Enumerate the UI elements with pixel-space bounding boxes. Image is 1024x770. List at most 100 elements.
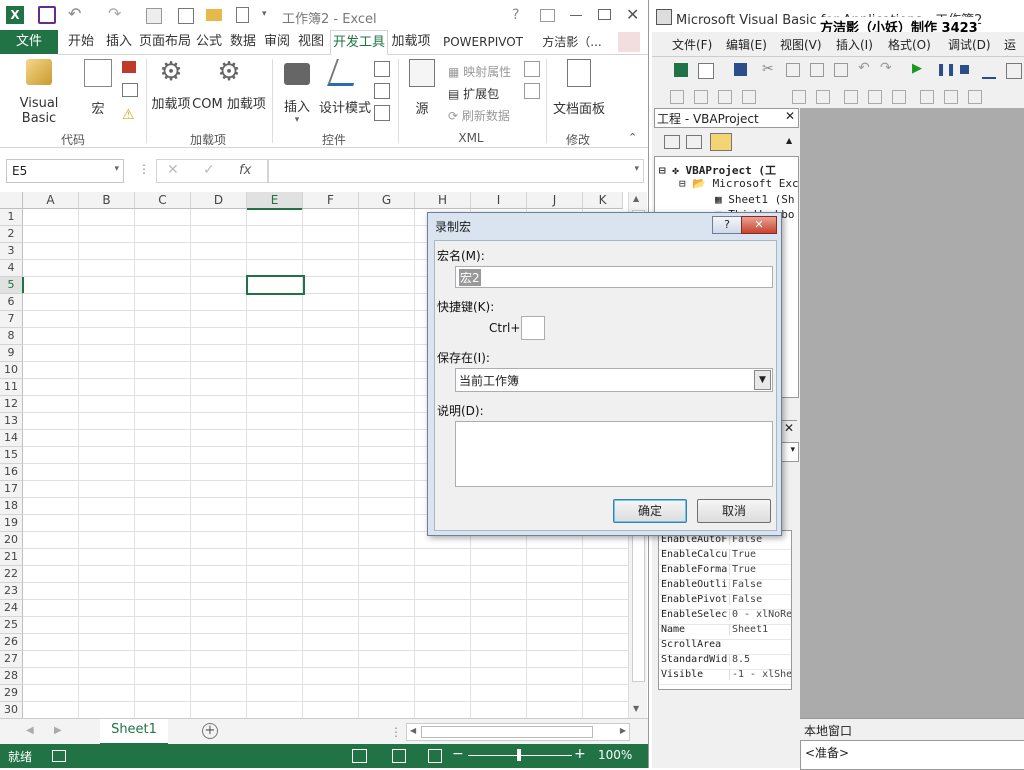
macro-button[interactable]: 宏	[80, 59, 116, 117]
vba-menu-edit[interactable]: 编辑(E)	[726, 36, 767, 53]
insert-function-icon[interactable]: fx	[239, 163, 251, 178]
scroll-up-icon[interactable]: ▲	[633, 194, 639, 203]
scroll-left-icon[interactable]: ◀	[410, 726, 416, 735]
row-header-28[interactable]: 28	[0, 668, 23, 685]
row-header-15[interactable]: 15	[0, 447, 23, 464]
row-header-8[interactable]: 8	[0, 328, 23, 345]
row-header-1[interactable]: 1	[0, 209, 23, 226]
find-icon[interactable]	[834, 63, 848, 77]
record-macro-icon[interactable]	[122, 61, 136, 73]
tab-insert[interactable]: 插入	[100, 30, 138, 54]
dialog-close-button[interactable]: ✕	[741, 216, 777, 234]
tab-user[interactable]: 方洁影（...	[532, 30, 612, 54]
tree-node-vbaproject[interactable]: ⊟ ✤ VBAProject (工	[659, 162, 776, 178]
visual-basic-button[interactable]: Visual Basic	[4, 59, 74, 126]
row-header-11[interactable]: 11	[0, 379, 23, 396]
run-icon[interactable]: ▶	[912, 61, 922, 76]
active-cell-e5[interactable]	[246, 275, 305, 295]
form-icon[interactable]	[178, 8, 194, 24]
property-value[interactable]: -1 - xlShe	[729, 669, 791, 680]
column-header-h[interactable]: H	[415, 192, 471, 209]
property-row[interactable]: Name Sheet1	[659, 624, 791, 640]
vba-save-icon[interactable]	[734, 63, 747, 76]
row-header-6[interactable]: 6	[0, 294, 23, 311]
select-all-corner[interactable]	[0, 192, 23, 209]
comment-block-icon[interactable]	[868, 90, 882, 104]
indent-icon[interactable]	[792, 90, 806, 104]
tab-data[interactable]: 数据	[226, 30, 260, 54]
outdent-icon[interactable]	[816, 90, 830, 104]
tab-powerpivot[interactable]: POWERPIVOT	[438, 30, 528, 54]
row-header-7[interactable]: 7	[0, 311, 23, 328]
tab-page-layout[interactable]: 页面布局	[138, 30, 192, 54]
row-header-10[interactable]: 10	[0, 362, 23, 379]
vba-menu-debug[interactable]: 调试(D)	[948, 36, 991, 53]
tree-node-sheet1[interactable]: ▦ Sheet1 (Sh	[715, 193, 794, 206]
redo-icon[interactable]: ↷	[108, 4, 121, 23]
row-header-5[interactable]: 5	[0, 277, 24, 294]
scroll-down-icon[interactable]: ▼	[633, 704, 639, 713]
dialog-help-button[interactable]: ?	[712, 216, 742, 234]
tab-developer[interactable]: 开发工具	[330, 30, 388, 56]
zoom-in-icon[interactable]: +	[574, 746, 586, 762]
page-layout-view-icon[interactable]	[392, 749, 406, 763]
column-header-i[interactable]: I	[471, 192, 527, 209]
param-info-icon[interactable]	[742, 90, 756, 104]
page-break-view-icon[interactable]	[428, 749, 442, 763]
column-header-f[interactable]: F	[303, 192, 359, 209]
property-row[interactable]: ScrollArea	[659, 639, 791, 655]
save-in-dropdown-icon[interactable]: ▼	[754, 370, 771, 390]
row-header-23[interactable]: 23	[0, 583, 23, 600]
column-header-d[interactable]: D	[191, 192, 247, 209]
property-value[interactable]: 8.5	[729, 654, 791, 665]
tree-scroll-down-icon[interactable]: ▶	[791, 397, 796, 398]
row-header-16[interactable]: 16	[0, 464, 23, 481]
insert-module-icon[interactable]	[698, 63, 714, 79]
row-header-22[interactable]: 22	[0, 566, 23, 583]
folder-icon[interactable]	[206, 9, 222, 21]
properties-pane-close-icon[interactable]: ✕	[784, 421, 794, 435]
property-row[interactable]: EnablePivot False	[659, 594, 791, 610]
row-header-18[interactable]: 18	[0, 498, 23, 515]
run-dialog-icon[interactable]	[374, 105, 390, 121]
properties-object-dropdown-icon[interactable]: ▾	[790, 445, 795, 455]
property-row[interactable]: EnableAutoF False	[659, 534, 791, 550]
add-sheet-icon[interactable]: +	[202, 723, 218, 739]
com-addins-button[interactable]: ⚙ COM 加载项	[192, 59, 266, 112]
list-constants-icon[interactable]	[694, 90, 708, 104]
code-window-area[interactable]	[800, 108, 1024, 718]
cancel-entry-icon[interactable]: ✕	[167, 162, 179, 178]
formula-input[interactable]: ▾	[268, 159, 644, 183]
new-doc-icon[interactable]	[236, 7, 249, 23]
project-explorer-icon[interactable]	[1006, 63, 1022, 79]
property-row[interactable]: EnableSelec 0 - xlNoRe	[659, 609, 791, 625]
tab-review[interactable]: 审阅	[260, 30, 294, 54]
property-row[interactable]: EnableCalcu True	[659, 549, 791, 565]
insert-control-button[interactable]: 插入 ▾	[276, 59, 318, 125]
xml-export-icon[interactable]	[524, 83, 540, 99]
addins-button[interactable]: ⚙ 加载项	[150, 59, 192, 112]
column-header-j[interactable]: J	[527, 192, 583, 209]
maximize-icon[interactable]	[598, 9, 611, 20]
property-row[interactable]: Visible -1 - xlShe	[659, 669, 791, 685]
tab-home[interactable]: 开始	[62, 30, 100, 54]
row-header-20[interactable]: 20	[0, 532, 23, 549]
property-value[interactable]: False	[729, 579, 791, 590]
row-header-3[interactable]: 3	[0, 243, 23, 260]
column-header-e[interactable]: E	[247, 192, 303, 210]
tab-split-grip-icon[interactable]: ⋮	[390, 725, 402, 739]
row-header-19[interactable]: 19	[0, 515, 23, 532]
refresh-data-button[interactable]: ⟳ 刷新数据	[448, 107, 510, 124]
tree-node-objects[interactable]: ⊟ 📂 Microsoft Exc	[679, 177, 798, 190]
property-value[interactable]: True	[729, 549, 791, 560]
project-pane-close-icon[interactable]: ✕	[785, 109, 795, 123]
expand-formula-icon[interactable]: ▾	[634, 164, 639, 174]
macro-security-icon[interactable]: ⚠	[122, 107, 135, 123]
sheet-tab-sheet1[interactable]: Sheet1	[100, 719, 168, 746]
macro-name-input[interactable]: 宏2	[455, 266, 773, 288]
reset-icon[interactable]	[960, 65, 969, 74]
name-box[interactable]: E5 ▾	[6, 159, 124, 183]
close-icon[interactable]: ✕	[626, 5, 639, 24]
tab-formulas[interactable]: 公式	[192, 30, 226, 54]
copy-icon[interactable]	[786, 63, 800, 77]
